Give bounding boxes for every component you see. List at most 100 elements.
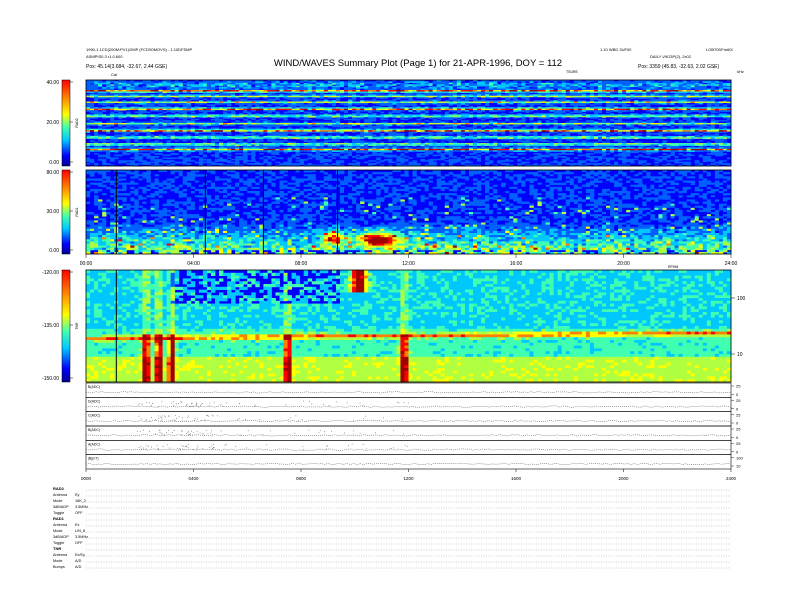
timeseries-point	[146, 419, 147, 420]
timeseries-frame	[86, 426, 731, 440]
footer-param-value: 3.5MHz	[75, 505, 88, 509]
footer-param-name: Antenna	[53, 523, 68, 527]
timeseries-point	[161, 401, 162, 402]
timeseries-point	[138, 404, 139, 405]
timeseries-point	[288, 419, 289, 420]
timeseries-point	[148, 446, 149, 447]
header-left-line2: ASMPIS0.3 r1.0.600	[86, 54, 123, 59]
x-tick-label: 08:00	[295, 261, 308, 267]
timeseries-point	[255, 405, 256, 406]
time-series-panels: B(ADC) 250D(ADC) 250C(ADC) 250B(ADC) 250A(AD…	[81, 383, 743, 481]
timeseries-point	[189, 434, 190, 435]
timeseries-point	[210, 432, 211, 433]
timeseries-point	[140, 431, 141, 432]
timeseries-tick-label: 25	[736, 384, 741, 389]
footer-param-name: 3dB/ADP	[53, 505, 69, 509]
timeseries-point	[198, 406, 199, 407]
timeseries-point	[181, 435, 182, 436]
timeseries-point	[393, 447, 394, 448]
timeseries-point	[324, 431, 325, 432]
timeseries-label: B(ADC)	[88, 385, 100, 389]
ts-x-tick-label: 2000	[618, 476, 629, 481]
timeseries-trace	[86, 392, 731, 394]
timeseries-point	[202, 448, 203, 449]
timeseries-point	[206, 430, 207, 431]
timeseries-point	[221, 404, 222, 405]
timeseries-point	[169, 416, 170, 417]
x-tick-label: 16:00	[510, 261, 523, 267]
timeseries-tick-label: 0	[736, 421, 739, 426]
timeseries-point	[175, 415, 176, 416]
timeseries-point	[162, 418, 163, 419]
timeseries-point	[201, 404, 202, 405]
timeseries-point	[158, 449, 159, 450]
timeseries-point	[404, 402, 405, 403]
timeseries-point	[363, 444, 364, 445]
ts-x-tick-label: 1200	[403, 476, 414, 481]
timeseries-point	[165, 417, 166, 418]
footer-param-value: Ex/Ey	[75, 553, 85, 557]
timeseries-frame	[86, 440, 731, 454]
panel-ylabel: RAD2	[75, 118, 79, 127]
timeseries-point	[320, 430, 321, 431]
timeseries-point	[191, 403, 192, 404]
timeseries-point	[190, 433, 191, 434]
footer-param-value: Ey	[75, 493, 80, 497]
timeseries-point	[329, 405, 330, 406]
timeseries-point	[360, 403, 361, 404]
timeseries-point	[259, 419, 260, 420]
timeseries-point	[146, 445, 147, 446]
timeseries-point	[309, 401, 310, 402]
timeseries-point	[151, 405, 152, 406]
rad2-spectrogram-panel: 40.0020.000.00RAD2	[46, 80, 731, 166]
timeseries-trace	[86, 463, 731, 465]
right-axis-label: 100	[737, 296, 746, 302]
timeseries-point	[298, 420, 299, 421]
timeseries-point	[202, 403, 203, 404]
timeseries-point	[139, 447, 140, 448]
timeseries-point	[182, 417, 183, 418]
timeseries-point	[302, 419, 303, 420]
timeseries-tick-label: 0	[736, 392, 739, 397]
timeseries-point	[166, 432, 167, 433]
timeseries-point	[158, 448, 159, 449]
colorbar-tick-label: 80.00	[46, 170, 59, 176]
timeseries-point	[209, 403, 210, 404]
timeseries-point	[186, 405, 187, 406]
timeseries-point	[360, 433, 361, 434]
timeseries-label: D(ADC)	[88, 399, 100, 403]
timeseries-point	[170, 420, 171, 421]
timeseries-point	[185, 446, 186, 447]
header-right-line2: DAILY V9G3P(2), 2x02	[650, 54, 692, 59]
timeseries-point	[186, 420, 187, 421]
header-right-line1b: LOB70DFm60l	[706, 47, 733, 52]
ts-x-tick-label: 0400	[188, 476, 199, 481]
timeseries-point	[383, 418, 384, 419]
timeseries-point	[192, 406, 193, 407]
timeseries-point	[212, 448, 213, 449]
timeseries-point	[347, 402, 348, 403]
ts-x-tick-label: 2400	[726, 476, 737, 481]
timeseries-point	[161, 417, 162, 418]
timeseries-point	[169, 448, 170, 449]
timeseries-point	[183, 446, 184, 447]
timeseries-point	[152, 403, 153, 404]
colorbar-tick-label: -120.00	[42, 270, 59, 276]
colorbar-tick-label: -135.00	[42, 323, 59, 329]
timeseries-point	[188, 447, 189, 448]
timeseries-frame	[86, 412, 731, 426]
timeseries-point	[161, 433, 162, 434]
footer-section-title: TNR	[53, 546, 61, 551]
timeseries-point	[203, 434, 204, 435]
timeseries-point	[161, 420, 162, 421]
timeseries-point	[405, 445, 406, 446]
timeseries-point	[191, 431, 192, 432]
timeseries-point	[190, 406, 191, 407]
timeseries-point	[146, 402, 147, 403]
timeseries-point	[205, 421, 206, 422]
timeseries-point	[336, 401, 337, 402]
timeseries-point	[141, 418, 142, 419]
timeseries-label: B(ADC)	[88, 428, 100, 432]
timeseries-point	[162, 434, 163, 435]
timeseries-point	[164, 416, 165, 417]
